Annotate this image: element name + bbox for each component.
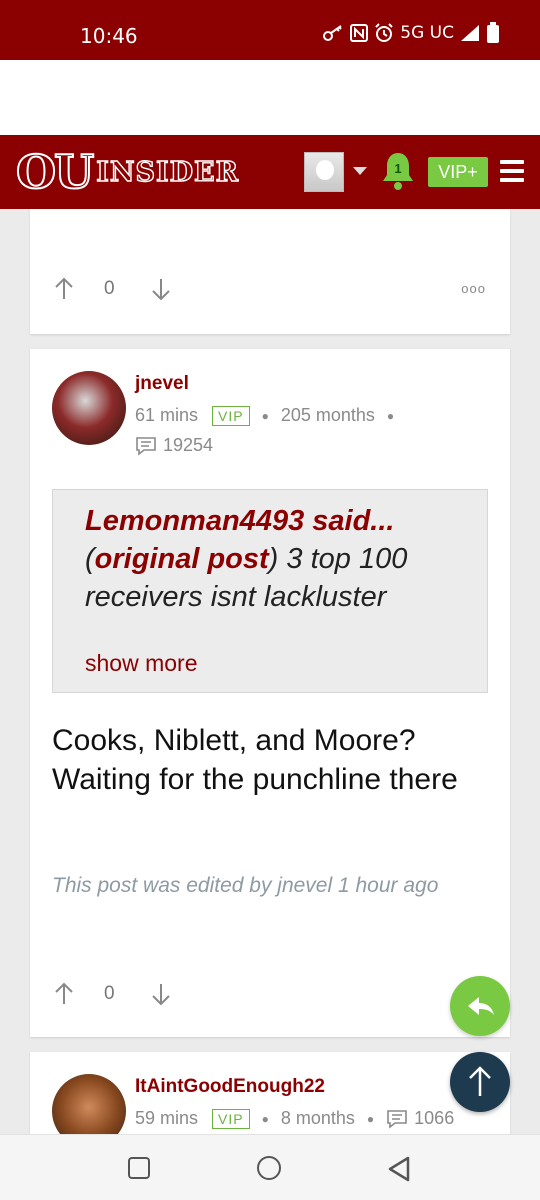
vote-row: 0 [54, 274, 171, 304]
user-avatar[interactable] [304, 152, 344, 192]
notifications-button[interactable]: 1 [380, 151, 416, 191]
separator-dot: ● [366, 1111, 375, 1126]
vote-row: 0 [54, 979, 171, 1009]
membership-duration: 205 months [280, 405, 375, 425]
separator-dot: ● [261, 408, 269, 423]
vote-count: 0 [104, 278, 115, 299]
reply-button[interactable] [450, 976, 510, 1036]
site-logo[interactable]: OU INSIDER [15, 145, 240, 199]
back-icon[interactable] [386, 1155, 412, 1183]
signal-icon [461, 25, 479, 41]
edited-note: This post was edited by jnevel 1 hour ag… [52, 874, 439, 897]
comment-icon [136, 436, 156, 456]
site-header: OU INSIDER 1 VIP+ [0, 135, 540, 209]
upvote-arrow-icon[interactable] [54, 982, 74, 1006]
quote-block: Lemonman4493 said... (original post) 3 to… [52, 489, 488, 693]
arrow-up-icon [469, 1066, 491, 1096]
membership-duration: 8 months [280, 1108, 355, 1128]
downvote-arrow-icon[interactable] [151, 277, 171, 301]
home-icon[interactable] [257, 1156, 281, 1180]
logo-insider: INSIDER [95, 156, 240, 188]
notification-count: 1 [394, 161, 402, 176]
show-more-link[interactable]: show more [85, 650, 197, 677]
comment-icon [387, 1109, 407, 1129]
reply-arrow-icon [468, 997, 494, 1015]
post-meta: 61 mins VIP ● 205 months ● [135, 405, 406, 426]
more-options-icon[interactable]: ooo [461, 281, 486, 296]
post-time: 61 mins [135, 405, 199, 425]
app-top-spacer [0, 60, 540, 135]
nfc-icon [350, 24, 369, 42]
hamburger-menu-icon[interactable] [500, 160, 524, 182]
vip-badge: VIP [212, 1108, 250, 1129]
status-time: 10:46 [80, 24, 138, 48]
post-username[interactable]: ItAintGoodEnough22 [135, 1076, 325, 1098]
downvote-arrow-icon[interactable] [151, 982, 171, 1006]
chevron-down-icon[interactable] [353, 167, 367, 175]
original-post-link[interactable]: original post [95, 543, 269, 575]
post-card: jnevel 61 mins VIP ● 205 months ● 19254 … [30, 349, 510, 1037]
post-count-row: 19254 [135, 435, 213, 456]
status-icons: 5G UC [322, 22, 500, 44]
battery-icon [487, 22, 499, 43]
post-count: 19254 [163, 435, 214, 455]
network-label: 5G UC [400, 23, 454, 43]
recent-apps-icon[interactable] [128, 1157, 150, 1179]
previous-post-card: 0 ooo [30, 209, 510, 334]
upvote-arrow-icon[interactable] [54, 277, 74, 301]
post-count: 1066 [414, 1108, 455, 1128]
post-meta: 59 mins VIP ● 8 months ● 1066 [135, 1108, 454, 1129]
quote-author[interactable]: Lemonman4493 said... [85, 505, 394, 537]
scroll-to-top-button[interactable] [450, 1052, 510, 1112]
status-bar: 10:46 5G UC [0, 0, 540, 60]
post-time: 59 mins [135, 1108, 199, 1128]
vip-plus-button[interactable]: VIP+ [428, 157, 488, 187]
quote-text: Lemonman4493 said... (original post) 3 to… [85, 505, 408, 613]
separator-dot: ● [386, 408, 395, 423]
vote-count: 0 [104, 983, 115, 1004]
post-username[interactable]: jnevel [135, 373, 189, 395]
post-avatar[interactable] [52, 371, 126, 445]
system-nav-bar [0, 1134, 540, 1200]
vip-badge: VIP [212, 405, 250, 426]
separator-dot: ● [261, 1111, 269, 1126]
key-icon [323, 25, 342, 41]
post-body: Cooks, Niblett, and Moore? Waiting for t… [52, 724, 458, 796]
logo-ou: OU [15, 145, 95, 199]
alarm-icon [375, 23, 393, 42]
